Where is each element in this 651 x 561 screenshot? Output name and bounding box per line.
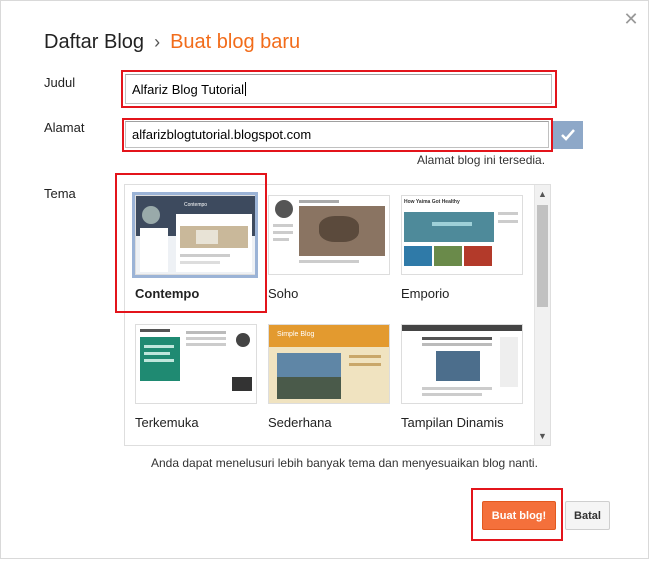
theme-emporio-thumbnail: How Yaima Got Healthy xyxy=(401,195,523,275)
theme-terkemuka-name: Terkemuka xyxy=(135,415,199,430)
theme-sederhana[interactable]: Simple Blog Sederhana xyxy=(268,324,390,430)
emporio-thumb-heading: How Yaima Got Healthy xyxy=(404,199,460,205)
theme-scrollbar[interactable]: ▲ ▼ xyxy=(534,185,550,445)
theme-tampilan-dinamis-thumbnail xyxy=(401,324,523,404)
theme-terkemuka-thumbnail xyxy=(135,324,257,404)
theme-soho[interactable]: Soho xyxy=(268,195,390,301)
title-label: Judul xyxy=(44,75,76,90)
address-status: Alamat blog ini tersedia. xyxy=(417,153,546,167)
theme-emporio[interactable]: How Yaima Got Healthy Emporio xyxy=(401,195,523,301)
theme-tampilan-dinamis[interactable]: Tampilan Dinamis xyxy=(401,324,523,430)
address-highlight xyxy=(122,118,553,152)
theme-soho-name: Soho xyxy=(268,286,299,301)
theme-terkemuka[interactable]: Terkemuka xyxy=(135,324,257,430)
create-blog-dialog: ✕ Daftar Blog › Buat blog baru Judul Alfar… xyxy=(0,0,649,559)
scrollbar-thumb[interactable] xyxy=(537,205,548,307)
breadcrumb-current: Buat blog baru xyxy=(170,31,301,53)
theme-label: Tema xyxy=(44,186,76,201)
scroll-up-icon[interactable]: ▲ xyxy=(538,189,547,199)
sederhana-thumb-heading: Simple Blog xyxy=(277,331,315,338)
create-button-highlight xyxy=(471,488,563,541)
footer-note: Anda dapat menelusuri lebih banyak tema … xyxy=(151,456,538,470)
contempo-highlight xyxy=(115,173,267,313)
address-available-check-icon xyxy=(553,121,583,149)
scroll-down-icon[interactable]: ▼ xyxy=(538,431,547,441)
theme-soho-thumbnail xyxy=(268,195,390,275)
breadcrumb-root[interactable]: Daftar Blog xyxy=(44,31,144,53)
breadcrumb-separator-icon: › xyxy=(154,32,161,52)
dialog-title: Daftar Blog › Buat blog baru xyxy=(44,31,300,54)
theme-tampilan-dinamis-name: Tampilan Dinamis xyxy=(401,415,504,430)
title-highlight xyxy=(121,70,557,108)
address-label: Alamat xyxy=(44,120,85,135)
cancel-button[interactable]: Batal xyxy=(565,501,610,530)
theme-sederhana-thumbnail: Simple Blog xyxy=(268,324,390,404)
close-icon[interactable]: ✕ xyxy=(623,10,639,28)
theme-emporio-name: Emporio xyxy=(401,286,450,301)
theme-sederhana-name: Sederhana xyxy=(268,415,332,430)
